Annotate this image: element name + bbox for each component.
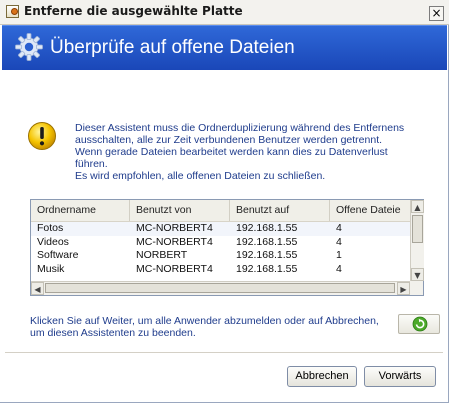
scroll-left-icon[interactable]: ◀ bbox=[31, 282, 44, 295]
message-line: ausschalten, alle zur Zeit verbundenen B… bbox=[75, 134, 383, 146]
table-row[interactable]: Musik MC-NORBERT4 192.168.1.55 4 bbox=[31, 263, 410, 277]
message-line: führen. bbox=[75, 158, 108, 170]
scroll-up-icon[interactable]: ▲ bbox=[411, 200, 424, 213]
column-header-benutzt-von[interactable]: Benutzt von bbox=[130, 200, 230, 221]
message-line: Es wird empfohlen, alle offenen Dateien … bbox=[75, 170, 326, 182]
cell-benutzt-auf: 192.168.1.55 bbox=[236, 249, 298, 261]
column-header-benutzt-auf[interactable]: Benutzt auf bbox=[230, 200, 330, 221]
cell-benutzt-auf: 192.168.1.55 bbox=[236, 262, 298, 275]
vertical-scroll-thumb[interactable] bbox=[412, 215, 423, 243]
warning-message: Dieser Assistent muss die Ordnerduplizie… bbox=[75, 122, 430, 182]
close-button[interactable]: × bbox=[429, 6, 444, 21]
table-header: Ordnername Benutzt von Benutzt auf Offen… bbox=[31, 200, 410, 222]
footer-divider bbox=[5, 352, 443, 353]
cell-offene-dateien: 4 bbox=[336, 222, 342, 234]
scroll-down-icon[interactable]: ▼ bbox=[411, 268, 424, 281]
cell-benutzt-von: NORBERT bbox=[136, 249, 188, 261]
cell-ordnername: Software bbox=[37, 249, 79, 261]
cell-ordnername: Fotos bbox=[37, 222, 64, 234]
open-files-table[interactable]: Ordnername Benutzt von Benutzt auf Offen… bbox=[30, 199, 424, 296]
cell-offene-dateien: 4 bbox=[336, 235, 342, 248]
title-bar[interactable]: Entferne die ausgewählte Platte × bbox=[0, 0, 449, 25]
instruction-line: um diesen Assistenten zu beenden. bbox=[30, 327, 196, 339]
window-title: Entferne die ausgewählte Platte bbox=[24, 4, 243, 18]
wizard-banner: Überprüfe auf offene Dateien bbox=[2, 25, 447, 70]
disk-icon bbox=[6, 5, 19, 18]
refresh-icon bbox=[412, 316, 428, 332]
cell-benutzt-von: MC-NORBERT4 bbox=[136, 235, 213, 248]
cell-benutzt-auf: 192.168.1.55 bbox=[236, 222, 298, 234]
instruction-text: Klicken Sie auf Weiter, um alle Anwender… bbox=[30, 315, 390, 339]
cell-benutzt-auf: 192.168.1.55 bbox=[236, 235, 298, 248]
table-row[interactable]: Software NORBERT 192.168.1.55 1 bbox=[31, 249, 410, 263]
horizontal-scroll-thumb[interactable] bbox=[45, 283, 395, 293]
message-line: Dieser Assistent muss die Ordnerduplizie… bbox=[75, 122, 405, 134]
table-row[interactable]: Videos MC-NORBERT4 192.168.1.55 4 bbox=[31, 236, 410, 250]
warning-icon bbox=[28, 122, 56, 150]
cell-ordnername: Videos bbox=[37, 235, 69, 248]
horizontal-scrollbar[interactable]: ◀ ▶ bbox=[31, 281, 410, 295]
message-line: Wenn gerade Dateien bearbeitet werden ka… bbox=[75, 146, 388, 158]
scroll-right-icon[interactable]: ▶ bbox=[397, 282, 410, 295]
column-header-ordnername[interactable]: Ordnername bbox=[31, 200, 130, 221]
cell-benutzt-von: MC-NORBERT4 bbox=[136, 222, 213, 234]
table-row[interactable]: Fotos MC-NORBERT4 192.168.1.55 4 bbox=[31, 222, 410, 236]
gear-icon bbox=[15, 33, 43, 61]
refresh-button[interactable] bbox=[398, 314, 440, 334]
cell-offene-dateien: 1 bbox=[336, 249, 342, 261]
banner-title: Überprüfe auf offene Dateien bbox=[50, 37, 295, 58]
table-body: Fotos MC-NORBERT4 192.168.1.55 4 Videos … bbox=[31, 222, 410, 276]
column-header-offene-dateien[interactable]: Offene Dateie bbox=[330, 200, 410, 221]
next-button[interactable]: Vorwärts bbox=[364, 366, 436, 387]
cell-offene-dateien: 4 bbox=[336, 262, 342, 275]
vertical-scrollbar[interactable]: ▲ ▼ bbox=[410, 200, 424, 281]
wizard-window: Entferne die ausgewählte Platte × Überpr… bbox=[0, 0, 449, 403]
cell-benutzt-von: MC-NORBERT4 bbox=[136, 262, 213, 275]
cancel-button[interactable]: Abbrechen bbox=[287, 366, 357, 387]
instruction-line: Klicken Sie auf Weiter, um alle Anwender… bbox=[30, 315, 379, 327]
cell-ordnername: Musik bbox=[37, 262, 65, 275]
scrollbar-corner bbox=[410, 281, 423, 295]
